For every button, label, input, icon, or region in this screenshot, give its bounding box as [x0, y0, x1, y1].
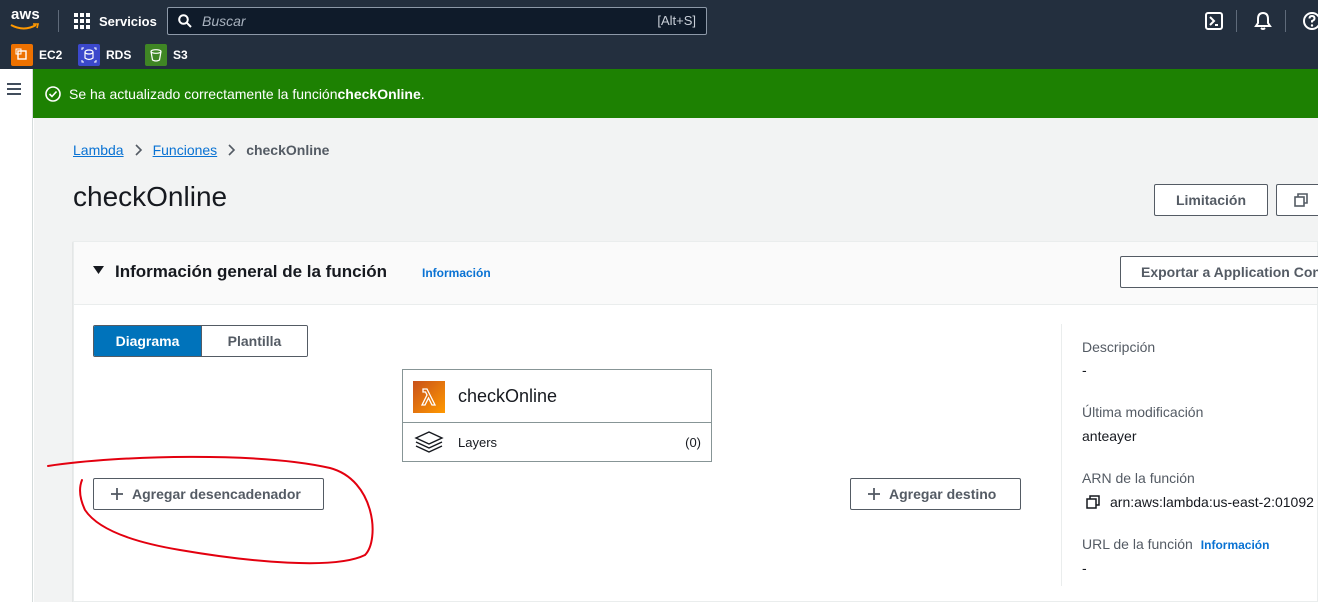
chevron-right-icon — [227, 143, 236, 157]
function-url-label-text: URL de la función — [1082, 536, 1193, 552]
breadcrumb-funciones[interactable]: Funciones — [153, 142, 218, 158]
info-link[interactable]: Información — [422, 266, 491, 280]
favorite-label: EC2 — [39, 48, 63, 62]
tab-template[interactable]: Plantilla — [201, 326, 307, 356]
layers-label[interactable]: Layers — [458, 435, 497, 450]
function-card-name: checkOnline — [458, 386, 558, 406]
grid-icon — [74, 13, 90, 29]
check-circle-icon — [45, 85, 61, 102]
info-link[interactable]: Información — [1201, 538, 1270, 552]
cloudshell-icon[interactable] — [1204, 11, 1224, 31]
last-modified-label: Última modificación — [1082, 404, 1204, 420]
page-title: checkOnline — [73, 181, 228, 212]
nav-divider — [1285, 10, 1286, 32]
aws-logo-text: aws — [11, 6, 40, 23]
description-value: - — [1082, 362, 1087, 378]
search-box[interactable]: [Alt+S] — [167, 7, 707, 35]
ec2-icon — [11, 44, 33, 66]
function-url-value: - — [1082, 560, 1087, 576]
nav-divider — [58, 10, 59, 32]
s3-icon — [145, 44, 167, 66]
add-trigger-label: Agregar desencadenador — [132, 486, 301, 502]
nav-divider — [1236, 10, 1237, 32]
top-navigation: aws Servicios [Alt+S] — [0, 0, 1318, 41]
view-toggle: Diagrama Plantilla — [93, 325, 308, 357]
copy-icon — [1294, 193, 1308, 207]
bell-icon[interactable] — [1253, 11, 1273, 31]
help-icon[interactable] — [1302, 11, 1318, 31]
breadcrumb-lambda[interactable]: Lambda — [73, 142, 124, 158]
layers-icon — [414, 431, 444, 453]
services-label: Servicios — [99, 13, 157, 29]
favorite-s3[interactable]: S3 — [145, 43, 188, 67]
add-destination-label: Agregar destino — [889, 486, 997, 502]
function-diagram-card[interactable]: checkOnline Layers (0) — [402, 369, 712, 462]
panel-title: Información general de la función — [115, 262, 388, 281]
services-menu-button[interactable]: Servicios — [74, 9, 157, 33]
function-url-label: URL de la función Información — [1082, 536, 1269, 552]
search-shortcut: [Alt+S] — [657, 13, 696, 28]
rds-icon — [78, 44, 100, 66]
function-arn-value: arn:aws:lambda:us-east-2:01092 — [1110, 494, 1314, 510]
side-navigation-strip — [0, 69, 33, 602]
breadcrumb-current: checkOnline — [246, 142, 330, 158]
favorite-ec2[interactable]: EC2 — [11, 43, 62, 67]
function-arn: arn:aws:lambda:us-east-2:01092 — [1082, 494, 1314, 510]
lambda-icon — [413, 381, 445, 413]
favorite-label: RDS — [106, 48, 132, 62]
search-icon — [178, 14, 192, 28]
flash-message-suffix: . — [420, 85, 425, 102]
favorite-label: S3 — [173, 48, 188, 62]
favorites-bar: EC2 RDS S3 — [0, 41, 1318, 69]
function-card-header: checkOnline — [403, 370, 711, 423]
throttle-button[interactable]: Limitación — [1154, 184, 1268, 216]
aws-logo[interactable]: aws — [10, 6, 46, 35]
description-label: Descripción — [1082, 339, 1156, 355]
add-trigger-button[interactable]: Agregar desencadenador — [93, 478, 324, 510]
export-application-composer-button[interactable]: Exportar a Application Con — [1120, 256, 1318, 288]
layers-count: (0) — [685, 435, 701, 450]
function-arn-label: ARN de la función — [1082, 470, 1195, 486]
flash-message-prefix: Se ha actualizado correctamente la funci… — [69, 85, 338, 102]
add-destination-button[interactable]: Agregar destino — [850, 478, 1021, 510]
search-input[interactable] — [202, 11, 602, 31]
last-modified-value: anteayer — [1082, 428, 1137, 444]
copy-icon[interactable] — [1086, 495, 1100, 509]
chevron-right-icon — [134, 143, 143, 157]
caret-down-icon[interactable] — [93, 266, 104, 275]
column-divider — [1061, 324, 1062, 586]
favorite-rds[interactable]: RDS — [78, 43, 131, 67]
menu-icon[interactable] — [7, 83, 21, 95]
plus-icon — [867, 487, 881, 501]
breadcrumb: Lambda Funciones checkOnline — [73, 141, 329, 159]
aws-smile-icon — [10, 23, 40, 30]
plus-icon — [110, 487, 124, 501]
copy-arn-button[interactable] — [1276, 184, 1318, 216]
flash-function-name: checkOnline — [337, 85, 421, 102]
tab-diagram[interactable]: Diagrama — [94, 326, 201, 356]
success-flash-banner: Se ha actualizado correctamente la funci… — [33, 69, 1318, 118]
